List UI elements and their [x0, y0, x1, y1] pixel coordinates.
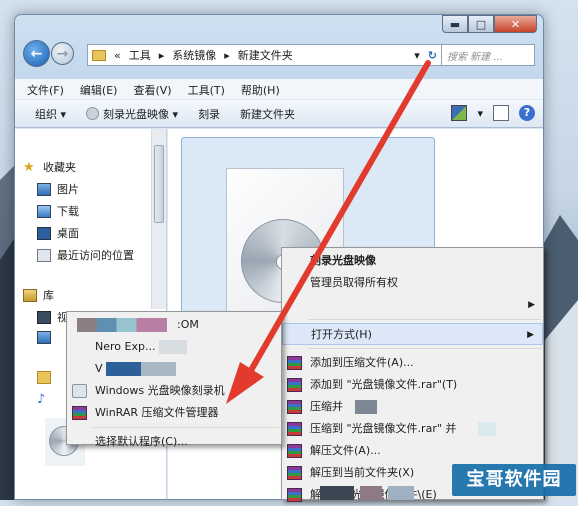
annotation-arrow — [226, 60, 431, 404]
watermark-logo: 宝哥软件园 — [452, 464, 576, 496]
